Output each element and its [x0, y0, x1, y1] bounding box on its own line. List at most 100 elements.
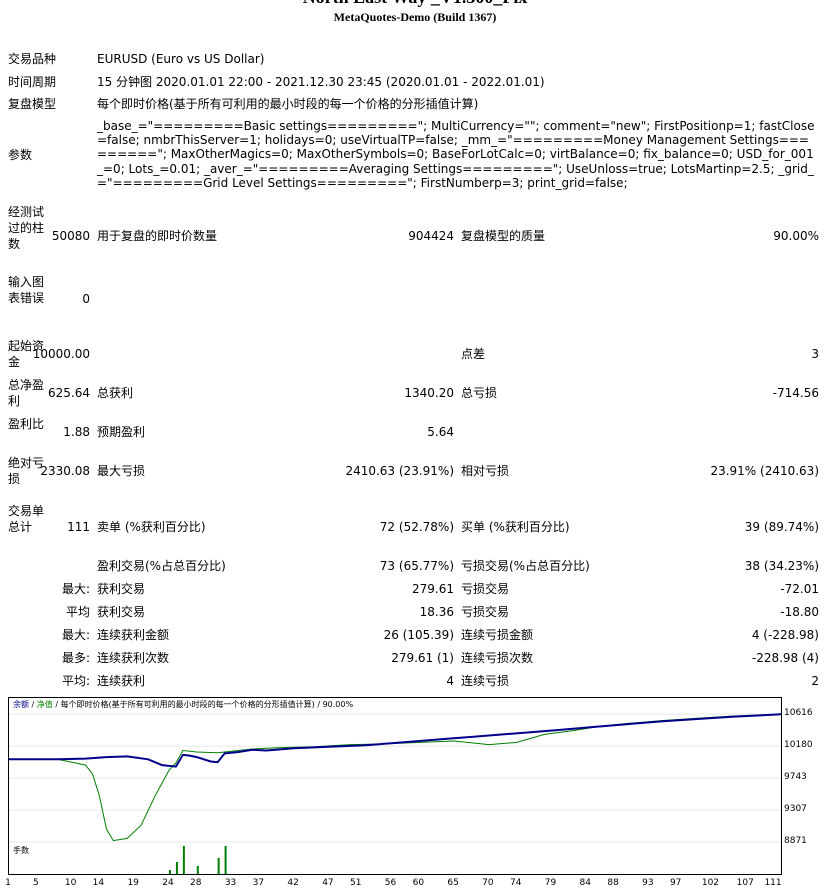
volume-bar: [196, 866, 199, 874]
gross-loss-label: 总亏损: [461, 386, 498, 400]
y-tick-label: 10616: [784, 708, 813, 719]
detail-value-left: 26 (105.39): [383, 628, 454, 642]
detail-label-right: 连续亏损金额: [461, 628, 534, 642]
short-positions-value: 72 (52.78%): [379, 520, 454, 534]
x-tick-label: 56: [384, 878, 397, 888]
loss-trades-label: 亏损交易(%占总百分比): [461, 559, 590, 573]
errors-label: 输入图表错误: [8, 275, 45, 305]
x-tick-label: 10: [64, 878, 77, 888]
y-tick-label: 10180: [784, 740, 813, 751]
volume-bar: [175, 862, 178, 874]
legend-model: / 每个即时价格(基于所有可利用的最小时段的每一个价格的分形插值计算) / 90…: [52, 700, 354, 709]
detail-value-left: 279.61: [412, 582, 454, 596]
abs-drawdown-value: 2330.08: [40, 464, 90, 478]
detail-value-right: -228.98 (4): [751, 651, 819, 665]
x-tick-label: 47: [322, 878, 334, 888]
detail-prefix: 平均:: [61, 674, 90, 688]
max-drawdown-label: 最大亏损: [97, 464, 146, 478]
long-positions-label: 买单 (%获利百分比): [461, 520, 570, 534]
symbol-label: 交易品种: [8, 52, 57, 66]
x-tick-label: 65: [447, 878, 459, 888]
y-tick-label: 9743: [784, 772, 807, 783]
max-drawdown-value: 2410.63 (23.91%): [345, 464, 454, 478]
x-tick-label: 42: [287, 878, 299, 888]
x-tick-label: 84: [579, 878, 591, 888]
chart-legend: 余额 / 净值 / 每个即时价格(基于所有可利用的最小时段的每一个价格的分形插值…: [13, 700, 353, 710]
profit-factor-value: 1.88: [63, 425, 90, 439]
expected-payoff-label: 预期盈利: [97, 425, 146, 439]
x-tick-label: 88: [607, 878, 619, 888]
legend-separator: /: [29, 700, 37, 709]
long-positions-value: 39 (89.74%): [744, 520, 819, 534]
detail-value-left: 4: [446, 674, 454, 688]
gross-loss-value: -714.56: [772, 386, 819, 400]
volume-bar: [217, 858, 220, 874]
detail-label-left: 获利交易: [97, 582, 146, 596]
detail-prefix: 最多:: [61, 651, 90, 665]
x-tick-label: 93: [642, 878, 654, 888]
expected-payoff-value: 5.64: [427, 425, 454, 439]
volume-bar: [182, 846, 185, 874]
x-tick-label: 107: [736, 878, 754, 888]
x-tick-label: 1: [5, 878, 11, 888]
quality-value: 90.00%: [773, 229, 819, 243]
deposit-value: 10000.00: [32, 347, 90, 361]
x-tick-label: 70: [482, 878, 494, 888]
rel-drawdown-label: 相对亏损: [461, 464, 510, 478]
symbol-value: EURUSD (Euro vs US Dollar): [97, 52, 265, 66]
short-positions-label: 卖单 (%获利百分比): [97, 520, 206, 534]
x-tick-label: 74: [509, 878, 522, 888]
detail-label-right: 连续亏损次数: [461, 651, 534, 665]
x-tick-label: 24: [162, 878, 174, 888]
x-tick-label: 97: [669, 878, 682, 888]
gross-profit-label: 总获利: [97, 386, 134, 400]
volume-bar: [224, 846, 227, 874]
detail-label-right: 亏损交易: [461, 582, 510, 596]
detail-label-left: 获利交易: [97, 605, 146, 619]
x-tick-label: 5: [32, 878, 39, 888]
x-tick-label: 79: [544, 878, 557, 888]
y-tick-label: 9307: [784, 804, 807, 815]
net-profit-value: 625.64: [48, 386, 90, 400]
x-tick-label: 33: [224, 878, 237, 888]
spread-value: 3: [811, 347, 819, 361]
detail-value-right: 4 (-228.98): [751, 628, 819, 642]
legend-balance: 余额: [13, 700, 29, 709]
x-tick-label: 60: [412, 878, 425, 888]
x-tick-label: 28: [190, 878, 202, 888]
detail-label-right: 亏损交易: [461, 605, 510, 619]
y-tick-label: 8871: [784, 836, 807, 846]
volume-bar: [168, 870, 171, 874]
x-tick-label: 51: [350, 878, 362, 888]
bars-value: 50080: [51, 229, 90, 243]
detail-value-right: -18.80: [780, 605, 819, 619]
detail-prefix: 最大:: [61, 628, 90, 642]
detail-value-left: 18.36: [419, 605, 454, 619]
report-subtitle: MetaQuotes-Demo (Build 1367): [333, 10, 497, 24]
balance-chart: 余额 / 净值 / 每个即时价格(基于所有可利用的最小时段的每一个价格的分形插值…: [8, 697, 782, 845]
volume-chart-plot: [168, 846, 227, 874]
gross-profit-value: 1340.20: [404, 386, 454, 400]
x-tick-label: 37: [252, 878, 265, 888]
legend-equity: 净值: [36, 700, 53, 709]
errors-value: 0: [82, 292, 90, 306]
volume-label: 手数: [13, 846, 29, 855]
loss-trades-value: 38 (34.23%): [744, 559, 819, 573]
params-label: 参数: [8, 148, 33, 162]
detail-label-left: 连续获利: [97, 674, 146, 688]
quality-label: 复盘模型的质量: [461, 229, 546, 243]
x-tick-label: 14: [92, 878, 105, 888]
balance-chart-plot: [9, 713, 781, 843]
ticks-label: 用于复盘的即时价数量: [97, 229, 218, 243]
x-tick-label: 111: [764, 878, 782, 888]
detail-value-right: -72.01: [780, 582, 819, 596]
detail-value-right: 2: [811, 674, 819, 688]
volume-chart: 手数: [8, 843, 782, 875]
balance-line: [9, 713, 781, 768]
detail-prefix: 平均: [65, 605, 90, 619]
params-value: _base_="=========Basic settings=========…: [97, 119, 815, 190]
period-value: 15 分钟图 2020.01.01 22:00 - 2021.12.30 23:…: [97, 75, 545, 89]
x-tick-label: 102: [701, 878, 720, 888]
equity-line: [9, 713, 781, 842]
total-trades-value: 111: [67, 520, 90, 534]
